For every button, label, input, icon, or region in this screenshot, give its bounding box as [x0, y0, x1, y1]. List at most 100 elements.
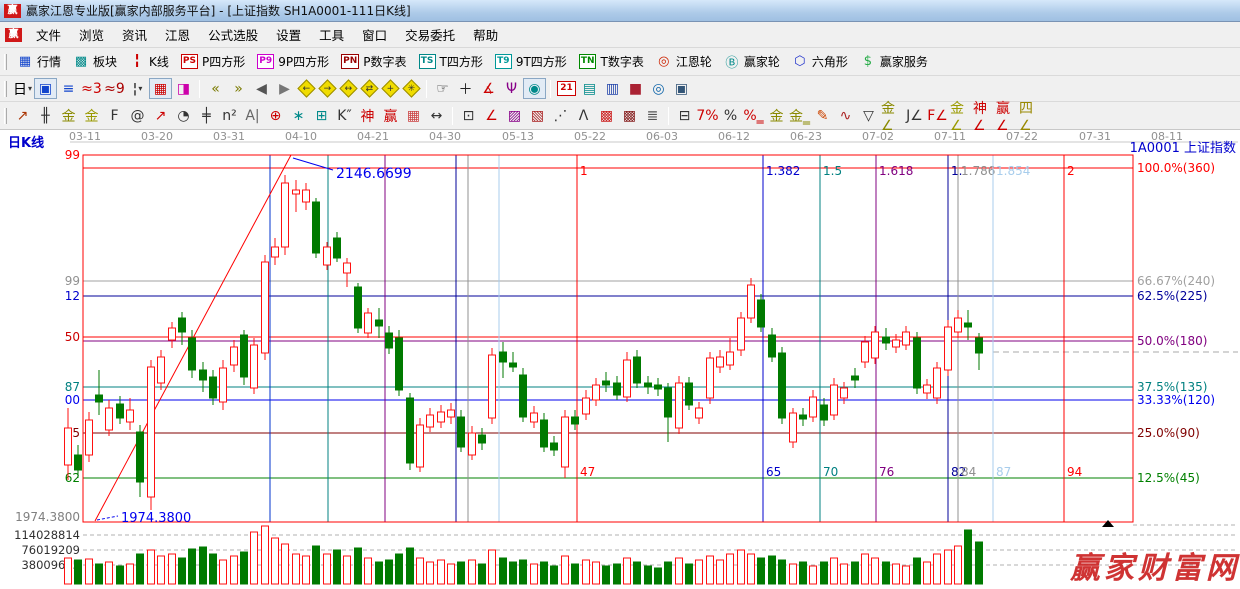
si-angle-button[interactable]: 四∠: [1018, 101, 1041, 134]
spiral-button[interactable]: @: [126, 105, 149, 126]
hand-tool-button[interactable]: ☞: [431, 78, 454, 99]
page-prev-button[interactable]: ◀: [250, 78, 273, 99]
wave-9-button[interactable]: ≈9: [103, 78, 126, 99]
pan-center-button[interactable]: +: [381, 79, 400, 98]
toolbar-button-p-square[interactable]: PS P四方形: [175, 51, 251, 72]
gold-angle-2-button[interactable]: 金∠: [949, 101, 972, 134]
toolbar-button-t-number-table[interactable]: TN T数字表: [573, 51, 650, 72]
histogram-button[interactable]: ◨: [172, 78, 195, 99]
page-next-button[interactable]: ▶: [273, 78, 296, 99]
wave-3-button[interactable]: ≈3: [80, 78, 103, 99]
menu-item-tools[interactable]: 工具: [310, 22, 353, 47]
toolbar-button-9p-square[interactable]: P9 9P四方形: [251, 51, 335, 72]
chart-area[interactable]: 03-11 03-20 03-31 04-10 04-21 04-30 05-13 05-22…: [0, 130, 1240, 589]
toolbar-button-kline[interactable]: ╏ K线: [123, 51, 175, 72]
gann-pencil-button[interactable]: ↗: [11, 105, 34, 126]
fibo-ruler-button[interactable]: F: [103, 105, 126, 126]
toolbar-button-9t-square[interactable]: T9 9T四方形: [489, 51, 573, 72]
percent-line-button[interactable]: %‗: [742, 105, 765, 126]
square-web-button[interactable]: ⊞: [310, 105, 333, 126]
analysis-brain-button[interactable]: ◉: [523, 78, 546, 99]
menu-item-gann[interactable]: 江恩: [156, 22, 199, 47]
crosshair-button[interactable]: ＋: [454, 78, 477, 99]
percent-stack-button[interactable]: ⊟: [673, 105, 696, 126]
menu-item-file[interactable]: 文件: [27, 22, 70, 47]
web-update-button[interactable]: ◎: [647, 78, 670, 99]
price-comb-button[interactable]: ╪: [195, 105, 218, 126]
toolbar-button-quotes[interactable]: ▦ 行情: [11, 51, 67, 72]
f-angle-button[interactable]: F∠: [926, 105, 949, 126]
shape-tool-button[interactable]: Ψ: [500, 78, 523, 99]
toolbar-button-gann-wheel[interactable]: ◎ 江恩轮: [650, 51, 718, 72]
grid-123-button[interactable]: ▦: [402, 105, 425, 126]
calendar-21-button[interactable]: 21: [555, 78, 578, 99]
menu-item-help[interactable]: 帮助: [464, 22, 507, 47]
menu-item-news[interactable]: 资讯: [113, 22, 156, 47]
t-percent-button[interactable]: 7%: [696, 105, 719, 126]
pan-swap-button[interactable]: ⇄: [360, 79, 379, 98]
percent-button[interactable]: %: [719, 105, 742, 126]
n-square-button[interactable]: n²: [218, 105, 241, 126]
toolbar-button-winner-wheel[interactable]: Ⓑ 赢家轮: [718, 50, 786, 73]
angle-measure-button[interactable]: ∡: [477, 78, 500, 99]
circle-cross-button[interactable]: ⊕: [264, 105, 287, 126]
gold-circle-button[interactable]: 金: [765, 105, 788, 126]
menu-item-formula-pick[interactable]: 公式选股: [199, 22, 267, 47]
span-arrow-button[interactable]: ↔: [425, 105, 448, 126]
gann-box-button[interactable]: ▽: [857, 105, 880, 126]
pan-both-button[interactable]: ↔: [339, 79, 358, 98]
menu-item-trade[interactable]: 交易委托: [396, 22, 464, 47]
ying-tool-button[interactable]: 赢: [379, 105, 402, 126]
shen-angle-button[interactable]: 神∠: [972, 101, 995, 134]
three-lines-button[interactable]: ≣: [641, 105, 664, 126]
menu-item-browse[interactable]: 浏览: [70, 22, 113, 47]
volume-bar: [95, 563, 103, 585]
gann-knife-button[interactable]: ↗: [149, 105, 172, 126]
dense-grid-button[interactable]: ▩: [595, 105, 618, 126]
fan-box-button[interactable]: ▧: [526, 105, 549, 126]
info-doc-button[interactable]: ≡: [57, 78, 80, 99]
j-angle-button[interactable]: J∠: [903, 105, 926, 126]
toolbar-button-winner-service[interactable]: $ 赢家服务: [854, 51, 934, 72]
toolbar-button-sectors[interactable]: ▩ 板块: [67, 51, 123, 72]
pan-right-button[interactable]: →: [318, 79, 337, 98]
period-day-button[interactable]: 日 ▾: [11, 78, 34, 99]
k-quote-button[interactable]: K″: [333, 105, 356, 126]
shen-tool-button[interactable]: 神: [356, 105, 379, 126]
volume-bar: [261, 525, 269, 585]
dense-grid-2-button[interactable]: ▩: [618, 105, 641, 126]
candle-style-button[interactable]: ¦ ▾: [126, 78, 149, 99]
notepad-button[interactable]: ▥: [601, 78, 624, 99]
fan-purple-button[interactable]: ▨: [503, 105, 526, 126]
kline-chart-canvas[interactable]: 03-11 03-20 03-31 04-10 04-21 04-30 05-13 05-22…: [0, 130, 1240, 589]
fan-red-button[interactable]: ∠: [480, 105, 503, 126]
time-clock-button[interactable]: ◔: [172, 105, 195, 126]
menu-item-settings[interactable]: 设置: [267, 22, 310, 47]
save-button[interactable]: ■: [624, 78, 647, 99]
pen-knife-button[interactable]: ✎: [811, 105, 834, 126]
star-web-button[interactable]: ∗: [287, 105, 310, 126]
gann-map-button[interactable]: ▦: [149, 78, 172, 99]
skip-last-button[interactable]: »: [227, 78, 250, 99]
wave-pattern-button[interactable]: ∿: [834, 105, 857, 126]
gold-angle-button[interactable]: 金∠: [880, 101, 903, 134]
time-comb-button[interactable]: ╫: [34, 105, 57, 126]
menu-item-window[interactable]: 窗口: [353, 22, 396, 47]
angle-a-button[interactable]: A|: [241, 105, 264, 126]
angle-lines-button[interactable]: ⋰: [549, 105, 572, 126]
pan-left-button[interactable]: ←: [297, 79, 316, 98]
calculator-button[interactable]: ▤: [578, 78, 601, 99]
zigzag-button[interactable]: Λ: [572, 105, 595, 126]
ying-angle-button[interactable]: 赢∠: [995, 101, 1018, 134]
remote-pc-button[interactable]: ▣: [670, 78, 693, 99]
gold-line-button[interactable]: 金‗: [788, 105, 811, 126]
toolbar-button-hexagon[interactable]: ⬡ 六角形: [786, 51, 854, 72]
skip-first-button[interactable]: «: [204, 78, 227, 99]
box-measure-button[interactable]: ⊡: [457, 105, 480, 126]
pan-all-button[interactable]: ✳: [402, 79, 421, 98]
gold-fan-1-button[interactable]: 金: [57, 105, 80, 126]
zoom-region-button[interactable]: ▣: [34, 78, 57, 99]
toolbar-button-p-number-table[interactable]: PN P数字表: [335, 51, 412, 72]
gold-fan-2-button[interactable]: 金: [80, 105, 103, 126]
toolbar-button-t-square[interactable]: TS T四方形: [413, 51, 489, 72]
